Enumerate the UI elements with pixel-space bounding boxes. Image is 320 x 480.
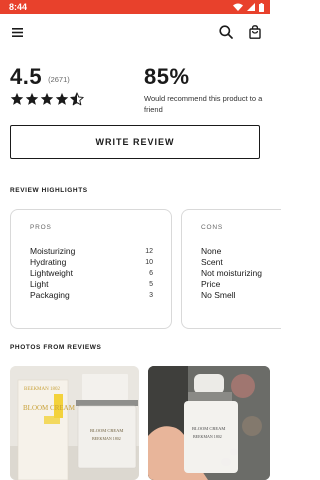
cons-item-label: Price (201, 279, 221, 289)
pros-item: Hydrating 10 (30, 257, 153, 268)
cons-item-label: No Smell (201, 290, 236, 300)
pros-item: Light 5 (30, 279, 153, 290)
cons-list: None Scent Not moisturizing Price No Sme… (201, 246, 263, 301)
pros-item-label: Moisturizing (30, 246, 76, 256)
pros-card: PROS Moisturizing 12 Hydrating 10 Lightwei… (10, 209, 172, 329)
pros-item: Moisturizing 12 (30, 246, 153, 257)
app-bar (0, 14, 270, 50)
search-button[interactable] (217, 23, 235, 41)
review-count: (2671) (48, 75, 70, 84)
pros-item-count: 6 (149, 270, 153, 277)
cons-item-label: Scent (201, 257, 223, 267)
half-star-icon (70, 92, 84, 106)
signal-icon (247, 3, 255, 11)
star-icon (10, 92, 24, 106)
battery-icon (259, 2, 264, 12)
cons-label: CONS (201, 224, 223, 231)
jar2-brand-text: BEEKMAN 1802 (193, 434, 222, 439)
box-brand-text: BEEKMAN 1802 (24, 387, 60, 392)
review-highlights-title: REVIEW HIGHLIGHTS (10, 187, 88, 194)
menu-icon (11, 27, 23, 37)
search-icon (219, 25, 233, 39)
cons-item: Scent (201, 257, 263, 268)
photos-from-reviews-title: PHOTOS FROM REVIEWS (10, 344, 102, 351)
jar-brand-text: BEEKMAN 1802 (92, 436, 121, 441)
cons-item: Price (201, 279, 263, 290)
jar2-product-text: BLOOM CREAM (192, 426, 225, 431)
cons-item-label: None (201, 246, 222, 256)
recommend-text: Would recommend this product to a friend (144, 94, 263, 114)
pros-item-count: 3 (149, 292, 153, 299)
pros-item-label: Hydrating (30, 257, 67, 267)
star-icon (25, 92, 39, 106)
star-icon (55, 92, 69, 106)
pros-item-count: 12 (145, 248, 153, 255)
rating-summary: 4.5 (2671) (10, 64, 135, 114)
status-icons (233, 2, 264, 12)
pros-item-count: 10 (145, 259, 153, 266)
star-rating (10, 92, 135, 106)
box-product-text: BLOOM CREAM (23, 404, 76, 412)
average-rating: 4.5 (10, 64, 43, 89)
pros-list: Moisturizing 12 Hydrating 10 Lightweight 6 … (30, 246, 153, 301)
pros-item-label: Lightweight (30, 268, 74, 278)
write-review-button[interactable]: WRITE REVIEW (10, 125, 260, 159)
review-photo[interactable]: BEEKMAN 1802 BLOOM CREAM BLOOM CREAM BEE… (10, 366, 139, 480)
pros-item-label: Light (30, 279, 49, 289)
shopping-bag-button[interactable] (246, 23, 264, 41)
status-time: 8:44 (9, 2, 28, 12)
wifi-icon (233, 3, 243, 11)
pros-item: Packaging 3 (30, 290, 153, 301)
recommend-percent: 85% (144, 64, 190, 89)
shopping-bag-icon (249, 25, 261, 39)
pros-item-label: Packaging (30, 290, 70, 300)
cons-card: CONS None Scent Not moisturizing Price N… (181, 209, 281, 329)
status-bar: 8:44 (0, 0, 270, 14)
star-icon (40, 92, 54, 106)
cons-item-label: Not moisturizing (201, 268, 262, 278)
recommend-summary: 85% Would recommend this product to a fr… (144, 64, 264, 115)
jar-product-text: BLOOM CREAM (90, 428, 123, 433)
pros-item-count: 5 (149, 281, 153, 288)
cons-item: No Smell (201, 290, 263, 301)
review-photo[interactable]: BLOOM CREAM BEEKMAN 1802 (148, 366, 270, 480)
pros-item: Lightweight 6 (30, 268, 153, 279)
cons-item: None (201, 246, 263, 257)
menu-button[interactable] (8, 23, 26, 41)
cons-item: Not moisturizing (201, 268, 263, 279)
pros-label: PROS (30, 224, 52, 231)
